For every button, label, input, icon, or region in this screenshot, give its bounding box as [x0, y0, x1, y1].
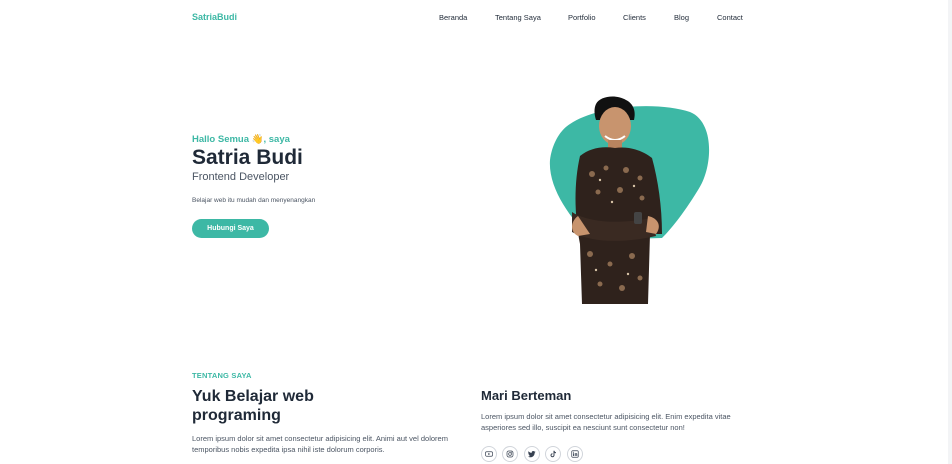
nav-item-contact[interactable]: Contact: [717, 13, 743, 22]
scrollbar[interactable]: [948, 0, 952, 464]
linkedin-icon: [571, 450, 579, 458]
connect-title: Mari Berteman: [481, 388, 572, 403]
hero-tagline: Belajar web itu mudah dan menyenangkan: [192, 197, 316, 204]
linkedin-link[interactable]: [567, 446, 583, 462]
hero-name: Satria Budi: [192, 146, 303, 169]
contact-me-button[interactable]: Hubungi Saya: [192, 219, 269, 238]
nav-item-tentang-saya[interactable]: Tentang Saya: [495, 13, 541, 22]
twitter-link[interactable]: [524, 446, 540, 462]
nav-item-portfolio[interactable]: Portfolio: [568, 13, 596, 22]
connect-description: Lorem ipsum dolor sit amet consectetur a…: [481, 412, 731, 432]
hero-role: Frontend Developer: [192, 171, 290, 183]
tiktok-icon: [550, 450, 556, 458]
hero-visual: [530, 90, 730, 306]
navbar: SatriaBudi Beranda Tentang Saya Portfoli…: [0, 0, 952, 36]
nav-item-blog[interactable]: Blog: [674, 13, 689, 22]
hero-greeting: Hallo Semua 👋, saya: [192, 134, 290, 145]
nav-item-beranda[interactable]: Beranda: [439, 13, 467, 22]
about-section-label: TENTANG SAYA: [192, 371, 252, 380]
about-title: Yuk Belajar web programing: [192, 388, 314, 424]
hero-section: Hallo Semua 👋, saya Satria Budi Frontend…: [192, 134, 492, 238]
profile-photo: [572, 96, 662, 304]
twitter-icon: [528, 451, 536, 458]
about-description: Lorem ipsum dolor sit amet consectetur a…: [192, 434, 448, 454]
youtube-icon: [485, 451, 493, 457]
instagram-icon: [506, 450, 514, 458]
instagram-link[interactable]: [502, 446, 518, 462]
nav-item-clients[interactable]: Clients: [623, 13, 646, 22]
brand-logo[interactable]: SatriaBudi: [192, 12, 237, 22]
tiktok-link[interactable]: [545, 446, 561, 462]
youtube-link[interactable]: [481, 446, 497, 462]
